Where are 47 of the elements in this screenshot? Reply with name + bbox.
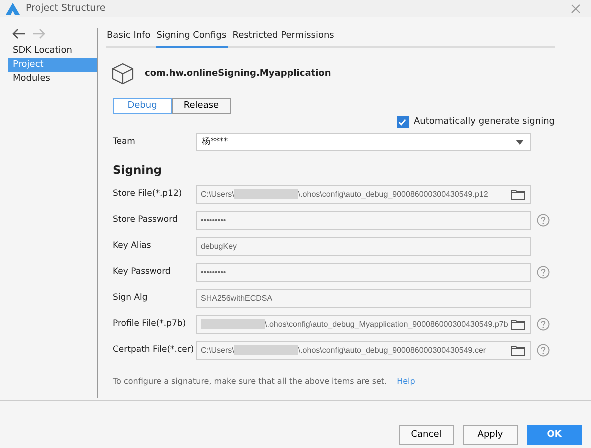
dialog-button[interactable]: Cancel <box>399 425 454 445</box>
section-title: Signing <box>112 162 164 179</box>
sidebar-item[interactable]: Project <box>8 58 97 72</box>
input-field[interactable]: debugKey <box>196 236 531 256</box>
field-label: Certpath File(*.cer) <box>113 345 196 355</box>
help-icon[interactable] <box>536 318 550 330</box>
help-icon[interactable] <box>536 214 550 226</box>
close-icon <box>571 4 581 14</box>
file-path-field[interactable]: C:\Users\ \.ohos\config\auto_debug_900086000300430549.cer <box>196 340 531 360</box>
help-icon[interactable] <box>536 266 550 278</box>
file-path-field[interactable]: C:\Users\ \.ohos\config\auto_debug_900086000300430549.p12 <box>196 184 531 204</box>
forward-arrow-icon[interactable] <box>32 28 46 40</box>
auto-generate-checkbox[interactable]: Automatically generate signing <box>396 116 555 128</box>
field-label: Key Alias <box>113 241 152 251</box>
app-name: com.hw.onlineSigning.Myapplication <box>145 69 332 79</box>
file-path-field[interactable]: \.ohos\config\auto_debug_Myapplication_900086000300430549.p7b <box>196 314 531 334</box>
window-title: Project Structure <box>26 3 107 14</box>
team-dropdown[interactable]: 杨**** <box>196 133 531 151</box>
cube-icon <box>111 62 135 86</box>
folder-icon[interactable] <box>511 318 525 330</box>
ok-button[interactable]: OK <box>527 425 582 445</box>
tab[interactable]: Signing Configs <box>156 27 228 48</box>
input-field[interactable]: ••••••••• <box>196 210 531 230</box>
sidebar-item[interactable]: Modules <box>0 72 97 86</box>
input-field[interactable]: SHA256withECDSA <box>196 288 531 308</box>
dialog-button[interactable]: Apply <box>463 425 518 445</box>
input-field[interactable]: ••••••••• <box>196 262 531 282</box>
field-label: Store File(*.p12) <box>113 189 184 199</box>
help-icon[interactable] <box>536 344 550 356</box>
field-label: Key Password <box>113 267 172 277</box>
back-arrow-icon[interactable] <box>12 28 26 40</box>
checkmark-icon <box>398 118 408 126</box>
field-label: Profile File(*.p7b) <box>113 319 188 329</box>
sidebar-item[interactable]: SDK Location <box>0 44 97 58</box>
help-link[interactable]: Help <box>397 377 416 386</box>
folder-icon[interactable] <box>511 188 525 200</box>
mode-toggle[interactable]: Release <box>172 98 231 114</box>
field-label: Team <box>113 137 136 147</box>
folder-icon[interactable] <box>511 344 525 356</box>
mode-toggle[interactable]: Debug <box>113 98 172 114</box>
hint-text: To configure a signature, make sure that all the above items are set. <box>113 377 388 386</box>
dropdown-caret-icon <box>516 140 524 144</box>
app-logo-icon <box>6 2 20 14</box>
field-label: Sign Alg <box>113 293 149 303</box>
tab[interactable]: Restricted Permissions <box>232 27 336 46</box>
field-label: Store Password <box>113 215 179 225</box>
tab[interactable]: Basic Info <box>106 27 152 46</box>
